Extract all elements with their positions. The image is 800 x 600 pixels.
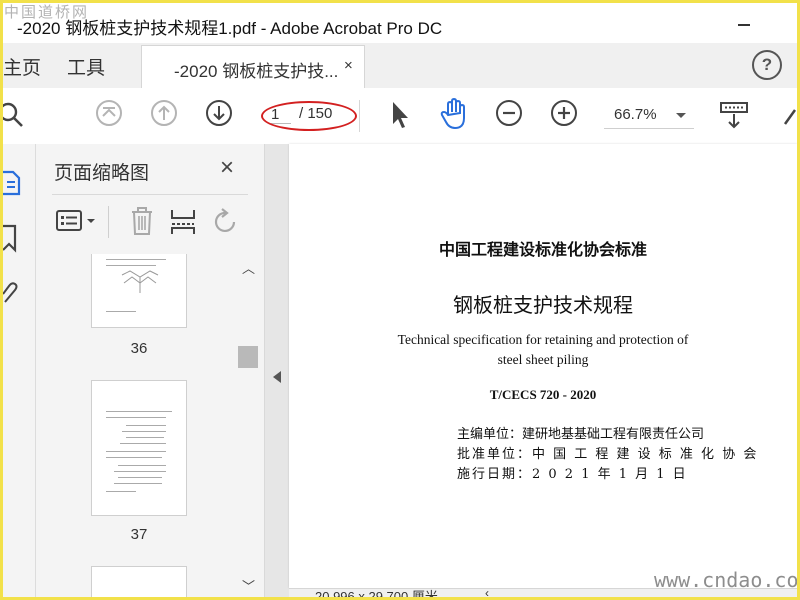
toolbar: / 150 66.7% [3,88,797,145]
page-thumbnails-icon[interactable] [3,166,23,198]
link-icon[interactable] [781,104,797,128]
watermark-bottom: www.cndao.com [654,568,800,592]
title-bar: -2020 钢板桩支护技术规程1.pdf - Adobe Acrobat Pro… [3,3,797,43]
doc-code: T/CECS 720 - 2020 [489,387,597,402]
doc-title: 钢板桩支护技术规程 [453,293,633,317]
doc-org: 中国工程建设标准化协会标准 [438,240,647,259]
previous-page-icon[interactable] [150,99,178,127]
tab-bar: 主页 工具 -2020 钢板桩支护技... × ? [3,43,797,89]
page-navigator: / 150 [261,101,357,131]
zoom-out-icon[interactable] [495,99,523,127]
left-rail [3,144,36,597]
scrollbar-thumb[interactable] [238,346,258,368]
help-icon[interactable]: ? [752,50,782,80]
thumbnail-panel: 页面缩略图 × 36 37 ︿ ﹀ [36,144,265,597]
hand-tool-icon[interactable] [439,98,469,132]
first-page-icon[interactable] [95,99,123,127]
doc-editor: 主编单位：建研地基基础工程有限责任公司 [457,427,705,442]
thumbnail-label: 36 [130,340,148,357]
thumbnail-page[interactable] [91,380,187,516]
select-cursor-icon[interactable] [389,100,411,130]
minimize-button[interactable] [738,24,750,26]
thumbnail-label: 37 [130,526,148,543]
bookmark-icon[interactable] [3,222,21,254]
collapse-panel-icon[interactable] [273,371,281,383]
doc-approver: 批准单位：中 国 工 程 建 设 标 准 化 协 会 [457,447,759,462]
tab-home[interactable]: 主页 [3,53,41,80]
panel-close-icon[interactable]: × [220,154,234,182]
panel-tool-separator [108,206,109,238]
extract-pages-icon[interactable] [170,208,196,236]
zoom-value: 66.7% [614,106,657,123]
doc-title-en-line1: Technical specification for retaining an… [397,332,689,347]
thumbnail-page[interactable] [91,254,187,328]
rotate-icon[interactable] [212,208,240,236]
document-area: 中国工程建设标准化协会标准 钢板桩支护技术规程 Technical specif… [265,144,797,598]
watermark-top: 中国道桥网 [4,3,90,21]
panel-divider [52,194,248,195]
scroll-down-icon[interactable]: ﹀ [242,576,255,595]
panel-title: 页面缩略图 [54,163,150,184]
next-page-icon[interactable] [205,99,233,127]
tab-document[interactable]: -2020 钢板桩支护技... × [141,45,365,88]
panel-scrollbar[interactable]: ︿ ﹀ [237,254,259,597]
tab-document-label: -2020 钢板桩支护技... [174,62,339,81]
page-size: 20.996 x 29.700 厘米 [315,589,438,598]
document-page: 中国工程建设标准化协会标准 钢板桩支护技术规程 Technical specif… [289,144,797,588]
thumbnail-list: 36 37 [36,254,236,597]
attachment-icon[interactable] [3,280,21,308]
thumbnail-page[interactable] [91,566,187,597]
scroll-up-icon[interactable]: ︿ [242,258,255,277]
doc-effective-date: 施行日期：2 0 2 1 年 1 月 1 日 [457,467,688,482]
tab-close-icon[interactable]: × [344,57,353,74]
delete-icon[interactable] [129,206,155,236]
search-icon[interactable] [3,100,27,130]
doc-title-en-line2: steel sheet piling [497,352,589,367]
thumbnail-options-icon[interactable] [56,210,98,232]
zoom-in-icon[interactable] [550,99,578,127]
tab-tools[interactable]: 工具 [67,53,105,80]
toolbar-separator [359,100,360,132]
panel-header: 页面缩略图 × [36,144,264,194]
zoom-select[interactable]: 66.7% [604,102,694,129]
scroll-mode-icon[interactable] [719,100,749,130]
chevron-down-icon [676,113,686,118]
scroll-left-icon[interactable]: ‹ [485,589,489,598]
panel-toolbar [36,196,264,244]
highlight-ellipse [261,101,357,131]
thumbnail-figure [121,270,159,293]
